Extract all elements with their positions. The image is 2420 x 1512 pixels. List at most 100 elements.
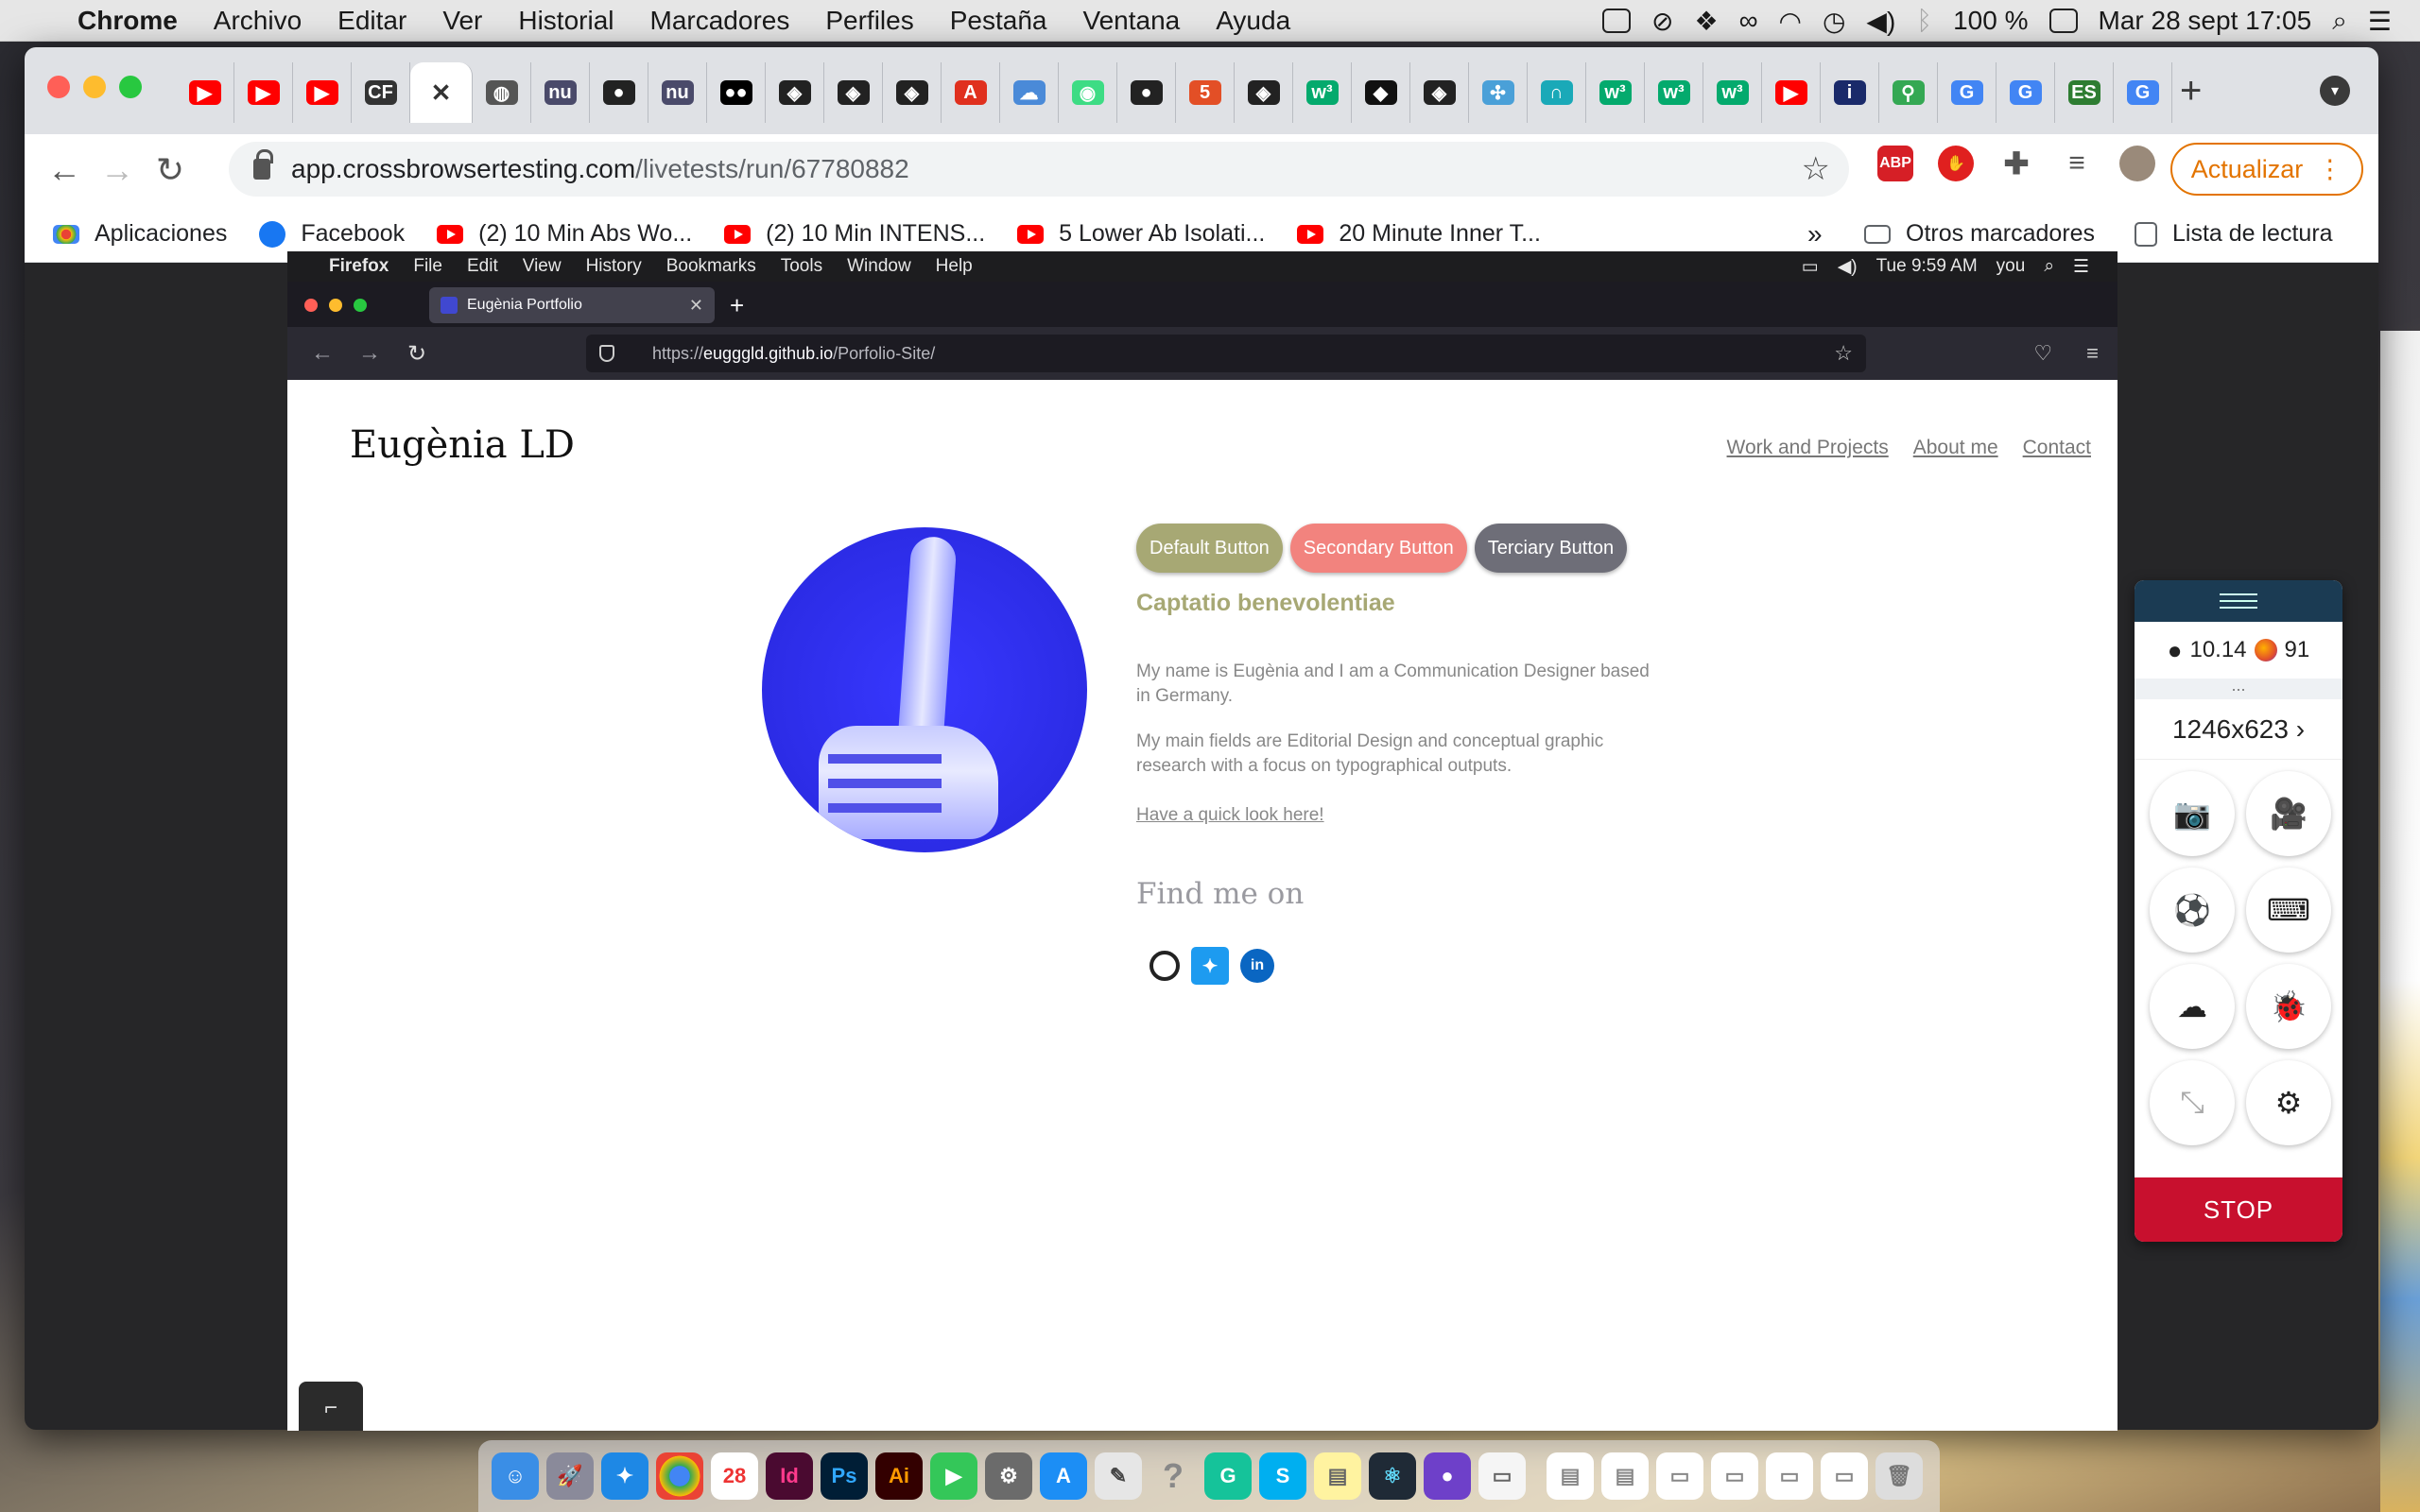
remote-screen[interactable]: Firefox File Edit View History Bookmarks… xyxy=(287,251,2118,1431)
browser-tab[interactable]: ▶ xyxy=(176,62,234,123)
menu-historial[interactable]: Historial xyxy=(518,6,614,36)
browser-tab[interactable]: nu xyxy=(531,62,590,123)
ff-url-bar[interactable]: https://eugggld.github.io/Porfolio-Site/… xyxy=(586,335,1866,372)
browser-tab[interactable]: ◍ xyxy=(473,62,531,123)
recent-file-2-icon[interactable]: ▤ xyxy=(1601,1452,1649,1500)
browser-tab[interactable]: ◈ xyxy=(1235,62,1293,123)
bookmark-yt-2[interactable]: (2) 10 Min INTENS... xyxy=(724,220,985,248)
tracking-shield-icon[interactable] xyxy=(599,345,614,362)
address-bar[interactable]: app.crossbrowsertesting.com/livetests/ru… xyxy=(229,142,1849,197)
browser-tab[interactable]: ∩ xyxy=(1528,62,1586,123)
browser-tab[interactable]: ▶ xyxy=(1762,62,1821,123)
browser-tab[interactable]: A xyxy=(942,62,1000,123)
wifi-icon[interactable]: ◠ xyxy=(1779,6,1802,37)
upload-cloud-icon[interactable]: ☁ xyxy=(2150,964,2235,1049)
menu-perfiles[interactable]: Perfiles xyxy=(825,6,913,36)
ff-reload-button[interactable]: ↻ xyxy=(393,340,441,368)
display-icon[interactable] xyxy=(1602,9,1631,33)
clock[interactable]: Mar 28 sept 17:05 xyxy=(2099,6,2312,36)
notes-icon[interactable]: ▤ xyxy=(1314,1452,1361,1500)
remote-menu-bookmarks[interactable]: Bookmarks xyxy=(666,256,756,277)
bookmark-yt-4[interactable]: 20 Minute Inner T... xyxy=(1297,220,1541,248)
remote-menu-file[interactable]: File xyxy=(413,256,442,277)
ff-zoom-button[interactable] xyxy=(354,299,367,312)
github-desktop-icon[interactable]: ● xyxy=(1424,1452,1471,1500)
panel-drag-handle[interactable] xyxy=(2135,580,2342,622)
tab-eugenia-portfolio[interactable]: Eugènia Portfolio ✕ xyxy=(429,287,715,323)
control-center-icon[interactable]: ☰ xyxy=(2368,6,2392,37)
browser-tab[interactable]: ⚲ xyxy=(1879,62,1938,123)
dev-tools-toggle-icon[interactable]: ⌐ xyxy=(299,1382,363,1431)
remote-menu-edit[interactable]: Edit xyxy=(467,256,498,277)
browser-tab[interactable]: 5 xyxy=(1176,62,1235,123)
bug-icon[interactable]: 🐞 xyxy=(2246,964,2331,1049)
minimize-window-button[interactable] xyxy=(83,76,106,98)
stop-button[interactable]: STOP xyxy=(2135,1177,2342,1242)
video-record-button[interactable]: 🎥 xyxy=(2246,771,2331,856)
ff-menu-icon[interactable]: ≡ xyxy=(2086,341,2099,366)
bluetooth-icon[interactable]: ᛒ xyxy=(1916,6,1932,36)
terciary-button[interactable]: Terciary Button xyxy=(1474,524,1628,573)
secondary-button[interactable]: Secondary Button xyxy=(1289,524,1467,573)
recent-file-6-icon[interactable]: ▭ xyxy=(1821,1452,1868,1500)
default-button[interactable]: Default Button xyxy=(1136,524,1283,573)
linkedin-icon[interactable]: in xyxy=(1240,949,1274,983)
more-options[interactable]: ... xyxy=(2135,677,2342,699)
finder-icon[interactable]: ☺ xyxy=(492,1452,539,1500)
skype-icon[interactable]: S xyxy=(1259,1452,1306,1500)
ff-bookmark-star-icon[interactable]: ☆ xyxy=(1834,341,1853,366)
new-tab-button[interactable]: + xyxy=(2180,72,2202,110)
menu-pestana[interactable]: Pestaña xyxy=(950,6,1047,36)
remote-menu-view[interactable]: View xyxy=(523,256,562,277)
calendar-icon[interactable]: 28 xyxy=(711,1452,758,1500)
browser-tab[interactable]: ●● xyxy=(707,62,766,123)
bookmark-apps[interactable]: Aplicaciones xyxy=(53,220,227,248)
remote-user[interactable]: you xyxy=(1996,256,2026,277)
remote-menu-tools[interactable]: Tools xyxy=(781,256,822,277)
recent-file-4-icon[interactable]: ▭ xyxy=(1711,1452,1758,1500)
browser-tab[interactable]: ▶ xyxy=(293,62,352,123)
pocket-icon[interactable]: ♡ xyxy=(2033,341,2052,366)
browser-tab[interactable]: ◈ xyxy=(766,62,824,123)
app-store-icon[interactable]: A xyxy=(1040,1452,1087,1500)
time-machine-icon[interactable]: ◷ xyxy=(1823,6,1845,37)
github-icon[interactable] xyxy=(1150,951,1180,981)
quick-look-link[interactable]: Have a quick look here! xyxy=(1136,805,1324,826)
browser-tab[interactable]: ◆ xyxy=(1352,62,1410,123)
browser-tab[interactable]: w³ xyxy=(1703,62,1762,123)
profile-avatar[interactable] xyxy=(2119,146,2155,181)
sync-icon[interactable]: ⊘ xyxy=(1651,6,1673,37)
facetime-icon[interactable]: ▶ xyxy=(930,1452,977,1500)
browser-tab[interactable]: G xyxy=(2114,62,2172,123)
browser-tab[interactable]: CF xyxy=(352,62,410,123)
ff-forward-button[interactable]: → xyxy=(346,340,393,367)
close-window-button[interactable] xyxy=(47,76,70,98)
panel-menu-icon[interactable] xyxy=(2220,593,2257,609)
browser-tab[interactable]: G xyxy=(1996,62,2055,123)
keyboard-icon[interactable]: ⌨ xyxy=(2246,868,2331,953)
browser-tab[interactable]: ▶ xyxy=(234,62,293,123)
browser-tab[interactable]: ● xyxy=(1117,62,1176,123)
browser-tab[interactable]: i xyxy=(1821,62,1879,123)
remote-menu-window[interactable]: Window xyxy=(847,256,911,277)
browser-tab[interactable]: ◈ xyxy=(883,62,942,123)
atom-icon[interactable]: ⚛ xyxy=(1369,1452,1416,1500)
dropbox-icon[interactable]: ❖ xyxy=(1694,6,1718,37)
browser-tab[interactable]: ✕ xyxy=(410,62,473,123)
nav-about-me[interactable]: About me xyxy=(1913,437,1998,459)
indesign-icon[interactable]: Id xyxy=(766,1452,813,1500)
creative-cloud-icon[interactable]: ∞ xyxy=(1739,6,1758,36)
browser-tab[interactable]: ◈ xyxy=(824,62,883,123)
screenshot-button[interactable]: 📷 xyxy=(2150,771,2235,856)
safari-icon[interactable]: ✦ xyxy=(601,1452,648,1500)
recent-file-1-icon[interactable]: ▤ xyxy=(1547,1452,1594,1500)
media-control-icon[interactable]: ≡ xyxy=(2059,146,2095,181)
illustrator-icon[interactable]: Ai xyxy=(875,1452,923,1500)
ff-new-tab-button[interactable]: + xyxy=(730,291,744,320)
recent-file-5-icon[interactable]: ▭ xyxy=(1766,1452,1813,1500)
nav-work-and-projects[interactable]: Work and Projects xyxy=(1727,437,1889,459)
recent-file-3-icon[interactable]: ▭ xyxy=(1656,1452,1703,1500)
menu-app-name[interactable]: Chrome xyxy=(78,6,178,36)
remote-volume-icon[interactable]: ◀) xyxy=(1838,256,1858,278)
ff-minimize-button[interactable] xyxy=(329,299,342,312)
